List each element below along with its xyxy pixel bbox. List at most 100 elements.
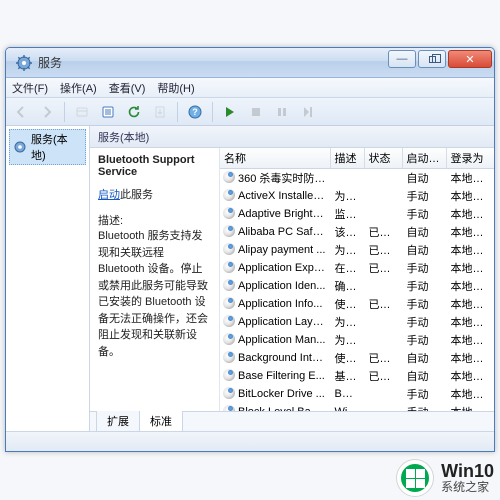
- cell-name: Alipay payment ...: [220, 241, 330, 259]
- cell-status: 已启动: [364, 349, 402, 367]
- cell-startup: 手动: [402, 313, 446, 331]
- cell-desc: 使用...: [330, 349, 364, 367]
- cell-name: Application Iden...: [220, 277, 330, 295]
- cell-desc: 该服...: [330, 223, 364, 241]
- services-window: 服务 — ✕ 文件(F) 操作(A) 查看(V) 帮助(H) ? 服务(: [5, 47, 495, 452]
- col-logon[interactable]: 登录为: [446, 148, 494, 169]
- cell-desc: 为 In...: [330, 313, 364, 331]
- cell-desc: 在应...: [330, 259, 364, 277]
- cell-logon: 本地服务: [446, 205, 494, 223]
- cell-logon: 本地服务: [446, 277, 494, 295]
- cell-name: Adaptive Brightn...: [220, 205, 330, 223]
- minimize-button[interactable]: —: [388, 50, 416, 68]
- cell-status: [364, 313, 402, 331]
- cell-desc: 为支...: [330, 241, 364, 259]
- window-buttons: — ✕: [388, 50, 492, 68]
- menu-action[interactable]: 操作(A): [60, 80, 97, 96]
- table-row[interactable]: Application Expe...在应...已启动手动本地系统: [220, 259, 494, 277]
- tab-extended[interactable]: 扩展: [96, 411, 140, 431]
- titlebar[interactable]: 服务 — ✕: [6, 48, 494, 78]
- cell-status: [364, 385, 402, 403]
- menu-view[interactable]: 查看(V): [109, 80, 146, 96]
- cell-logon: 本地服务: [446, 313, 494, 331]
- cell-name: Application Info...: [220, 295, 330, 313]
- menu-file[interactable]: 文件(F): [12, 80, 48, 96]
- cell-status: [364, 331, 402, 349]
- col-name[interactable]: 名称: [220, 148, 330, 169]
- back-button: [10, 101, 32, 123]
- services-icon: [16, 55, 32, 71]
- table-row[interactable]: Application Laye...为 In... 手动本地服务: [220, 313, 494, 331]
- close-button[interactable]: ✕: [448, 50, 492, 68]
- cell-desc: 使用...: [330, 295, 364, 313]
- cell-status: [364, 277, 402, 295]
- table-row[interactable]: Application Info...使用...已启动手动本地系统: [220, 295, 494, 313]
- cell-startup: 自动: [402, 349, 446, 367]
- main-body: 服务(本地) 服务(本地) Bluetooth Support Service …: [6, 126, 494, 431]
- cell-startup: 自动: [402, 241, 446, 259]
- main-content: Bluetooth Support Service 启动此服务 描述: Blue…: [90, 148, 494, 411]
- refresh-button[interactable]: [123, 101, 145, 123]
- toolbar-disabled-icon: [71, 101, 93, 123]
- start-service-button[interactable]: [219, 101, 241, 123]
- cell-desc: 为从...: [330, 187, 364, 205]
- cell-status: [364, 169, 402, 188]
- watermark-logo: [397, 460, 433, 496]
- cell-startup: 手动: [402, 277, 446, 295]
- services-table: 名称 描述 状态 启动类型 登录为 360 杀毒实时防护...自动本地系统Act…: [220, 148, 494, 411]
- cell-startup: 手动: [402, 385, 446, 403]
- tab-standard[interactable]: 标准: [139, 411, 183, 431]
- cell-status: [364, 403, 402, 411]
- cell-status: 已启动: [364, 367, 402, 385]
- table-row[interactable]: Adaptive Brightn...监视...手动本地服务: [220, 205, 494, 223]
- cell-name: BitLocker Drive ...: [220, 385, 330, 403]
- cell-startup: 自动: [402, 169, 446, 188]
- col-desc[interactable]: 描述: [330, 148, 364, 169]
- tree-pane[interactable]: 服务(本地): [6, 126, 90, 431]
- table-row[interactable]: Base Filtering E...基本...已启动自动本地服务: [220, 367, 494, 385]
- cell-name: ActiveX Installer ...: [220, 187, 330, 205]
- properties-button[interactable]: [97, 101, 119, 123]
- cell-desc: 确定...: [330, 277, 364, 295]
- table-row[interactable]: Alibaba PC Safe ...该服...已启动自动本地系统: [220, 223, 494, 241]
- table-row[interactable]: Background Inte...使用...已启动自动本地系统: [220, 349, 494, 367]
- cell-name: 360 杀毒实时防护...: [220, 169, 330, 188]
- col-startup[interactable]: 启动类型: [402, 148, 446, 169]
- maximize-button[interactable]: [418, 50, 446, 68]
- cell-logon: 本地系统: [446, 169, 494, 188]
- start-service-link[interactable]: 启动: [98, 189, 120, 201]
- desc-label: 描述:: [98, 212, 211, 228]
- table-header-row: 名称 描述 状态 启动类型 登录为: [220, 148, 494, 169]
- menu-help[interactable]: 帮助(H): [157, 80, 194, 96]
- cell-desc: Win...: [330, 403, 364, 411]
- cell-logon: 本地服务: [446, 367, 494, 385]
- cell-logon: 本地系统: [446, 295, 494, 313]
- watermark-line2: 系统之家: [441, 481, 494, 494]
- table-row[interactable]: Alipay payment ...为支...已启动自动本地系统: [220, 241, 494, 259]
- table-row[interactable]: Application Man...为通...手动本地系统: [220, 331, 494, 349]
- cell-startup: 手动: [402, 187, 446, 205]
- cell-name: Application Laye...: [220, 313, 330, 331]
- table-row[interactable]: ActiveX Installer ...为从...手动本地系统: [220, 187, 494, 205]
- table-row[interactable]: 360 杀毒实时防护... 自动本地系统: [220, 169, 494, 188]
- cell-startup: 手动: [402, 259, 446, 277]
- cell-status: 已启动: [364, 259, 402, 277]
- table-row[interactable]: BitLocker Drive ...BDE...手动本地系统: [220, 385, 494, 403]
- export-button: [149, 101, 171, 123]
- help-button[interactable]: ?: [184, 101, 206, 123]
- cell-name: Application Expe...: [220, 259, 330, 277]
- watermark: Win10 系统之家: [397, 460, 494, 496]
- window-title: 服务: [38, 54, 62, 71]
- tree-item-services-local[interactable]: 服务(本地): [9, 129, 86, 165]
- services-list[interactable]: 名称 描述 状态 启动类型 登录为 360 杀毒实时防护...自动本地系统Act…: [220, 148, 494, 411]
- cell-logon: 本地系统: [446, 403, 494, 411]
- cell-desc: BDE...: [330, 385, 364, 403]
- tree-item-label: 服务(本地): [31, 131, 82, 163]
- cell-logon: 本地系统: [446, 241, 494, 259]
- toolbar-sep: [64, 102, 65, 122]
- col-status[interactable]: 状态: [364, 148, 402, 169]
- toolbar-sep: [212, 102, 213, 122]
- svg-text:?: ?: [192, 107, 198, 117]
- table-row[interactable]: Block Level Back...Win...手动本地系统: [220, 403, 494, 411]
- table-row[interactable]: Application Iden...确定... 手动本地服务: [220, 277, 494, 295]
